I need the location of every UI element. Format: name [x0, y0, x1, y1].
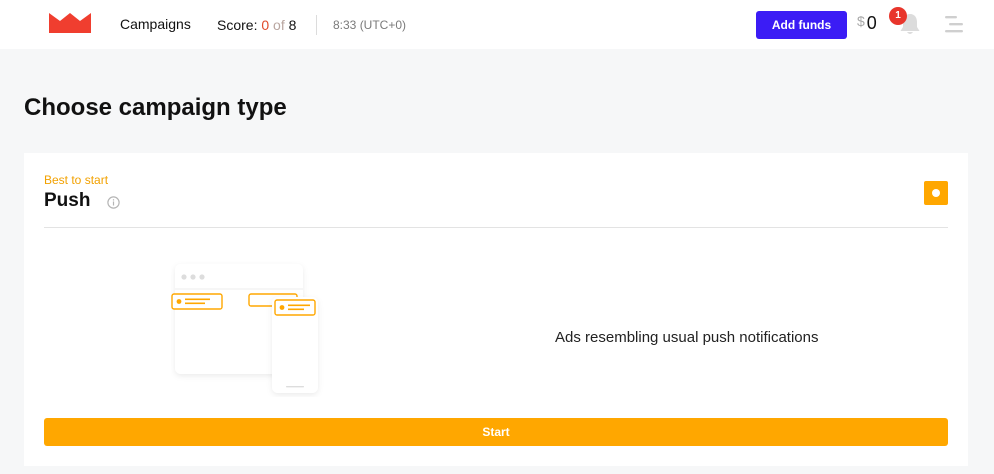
best-to-start-tag: Best to start: [44, 173, 109, 187]
info-icon[interactable]: [107, 196, 120, 209]
start-button[interactable]: Start: [44, 418, 948, 446]
balance: $0: [857, 13, 877, 34]
header-divider: [316, 15, 317, 35]
clock: 8:33 (UTC+0): [333, 18, 407, 32]
crown-logo-icon[interactable]: [49, 13, 91, 33]
top-bar: Campaigns Score: 0 of 8 8:33 (UTC+0) Add…: [0, 0, 994, 49]
campaign-type-radio[interactable]: [924, 181, 948, 205]
score-total: 8: [288, 17, 297, 33]
add-funds-button[interactable]: Add funds: [756, 11, 847, 39]
balance-value: 0: [866, 13, 877, 33]
push-notification-illustration: [171, 264, 318, 393]
score-of: of: [273, 17, 285, 33]
score-label: Score:: [217, 17, 258, 33]
campaign-description: Ads resembling usual push notifications: [555, 329, 819, 346]
campaign-type-card-push[interactable]: Best to start Push Ads resembling usual: [24, 153, 968, 466]
card-divider: [44, 227, 948, 228]
campaign-type-title: Push: [44, 190, 91, 211]
page-title: Choose campaign type: [24, 94, 287, 121]
menu-icon[interactable]: [941, 14, 963, 34]
nav-campaigns-link[interactable]: Campaigns: [120, 16, 191, 32]
balance-currency: $: [857, 13, 865, 29]
score-indicator: Score: 0 of 8: [217, 17, 296, 33]
notification-badge: 1: [889, 7, 907, 25]
radio-dot: [932, 189, 940, 197]
score-current: 0: [261, 17, 270, 33]
